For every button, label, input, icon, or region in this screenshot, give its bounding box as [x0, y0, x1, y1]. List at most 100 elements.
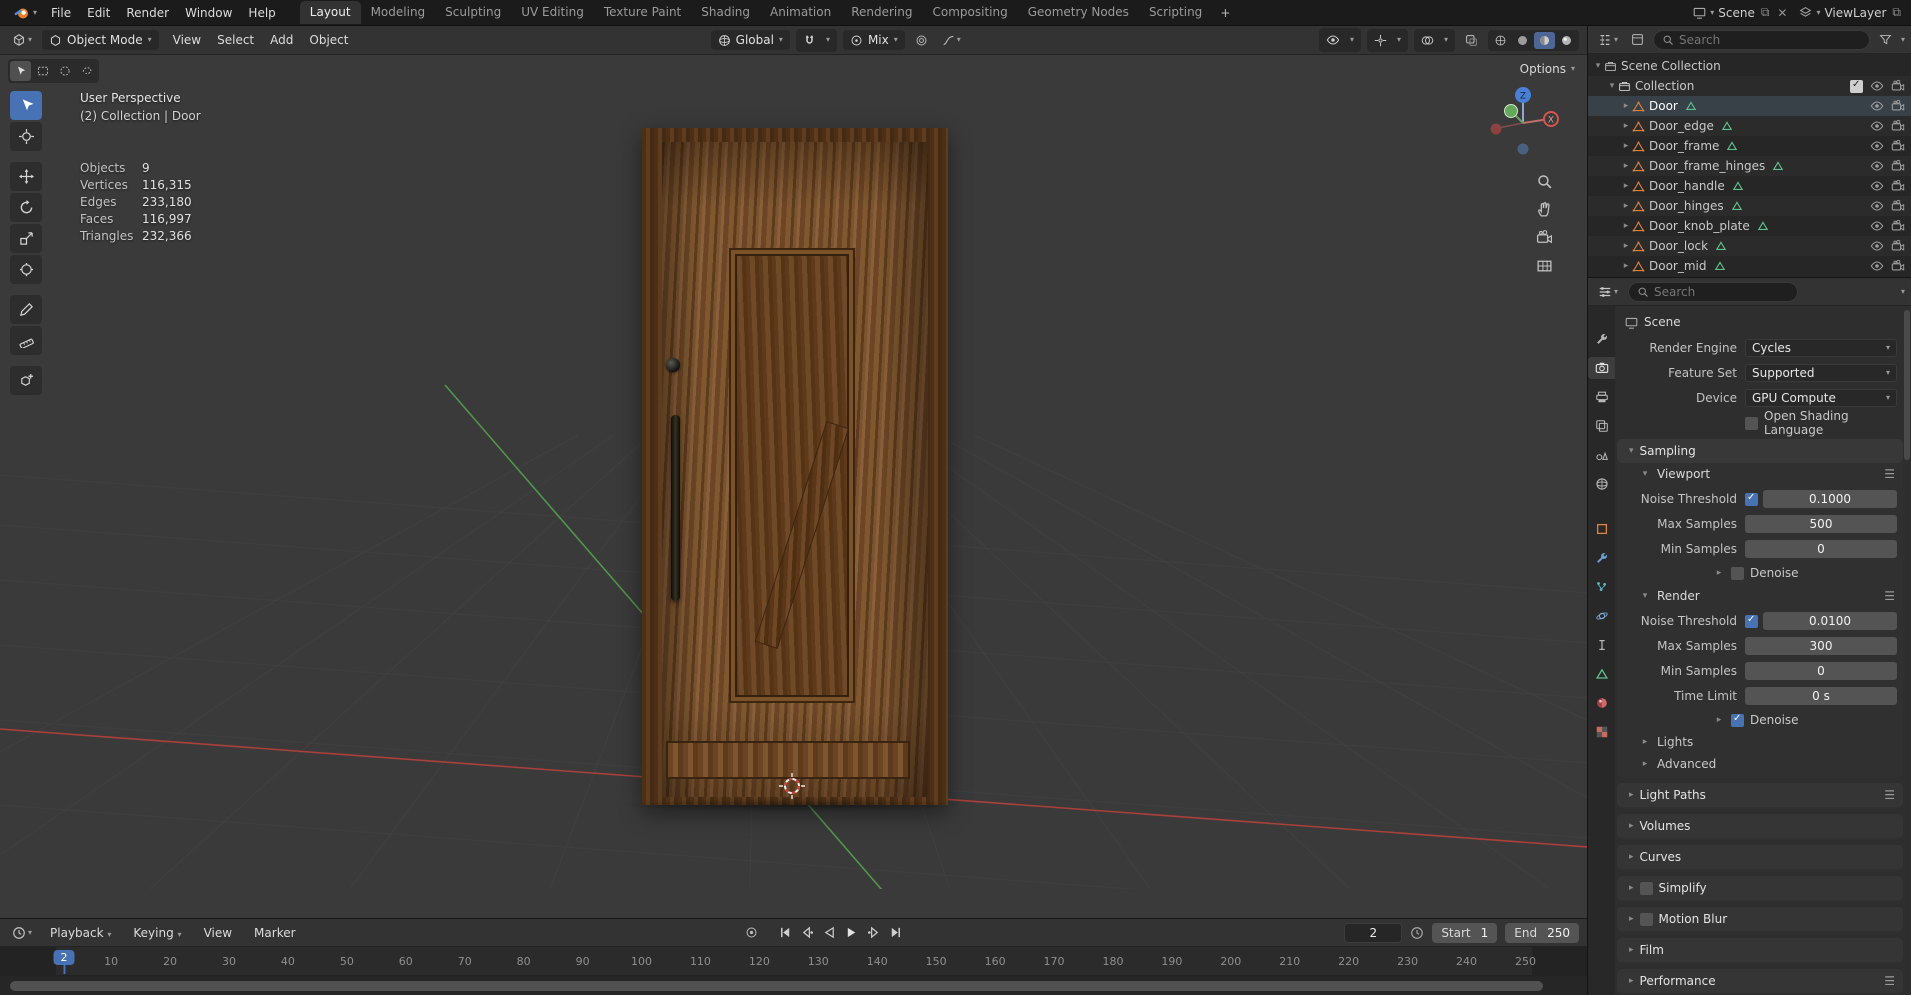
hide-viewport-eye-icon[interactable]: [1870, 79, 1884, 93]
object-visibility-toggle[interactable]: [1322, 30, 1344, 50]
workspace-tab-compositing[interactable]: Compositing: [922, 1, 1017, 24]
collection-exclude-checkbox[interactable]: [1850, 79, 1863, 93]
outliner-row-scene-collection[interactable]: ▾ Scene Collection: [1588, 56, 1911, 76]
transform-orientation-selector[interactable]: Global ▾: [710, 30, 790, 50]
disable-render-camera-icon[interactable]: [1891, 79, 1905, 93]
motion-blur-header[interactable]: ▸ Motion Blur: [1617, 907, 1903, 931]
menu-help[interactable]: Help: [240, 3, 283, 23]
door-3d-model[interactable]: [616, 128, 974, 812]
preset-menu-icon[interactable]: ☰: [1884, 788, 1895, 802]
disable-render-camera-icon[interactable]: [1891, 119, 1905, 133]
expand-arrow-icon[interactable]: ▸: [1620, 141, 1632, 151]
outliner-editor-type-selector[interactable]: ▾: [1594, 30, 1622, 50]
render-max-samples-field[interactable]: 300: [1745, 637, 1897, 655]
unlink-scene-button[interactable]: ✕: [1775, 6, 1789, 20]
tool-annotate[interactable]: [10, 295, 42, 324]
show-gizmo-toggle[interactable]: [1370, 31, 1391, 50]
menu-viewport-select[interactable]: Select: [209, 30, 262, 50]
tool-rotate[interactable]: [10, 193, 42, 222]
timeline-scrollbar-thumb[interactable]: [10, 981, 1543, 991]
outliner-search-input[interactable]: [1679, 32, 1861, 47]
device-select[interactable]: GPU Compute ▾: [1745, 389, 1897, 407]
workspace-tab-rendering[interactable]: Rendering: [841, 1, 922, 24]
end-frame-field[interactable]: End 250: [1505, 922, 1579, 943]
menu-marker[interactable]: Marker: [246, 923, 303, 943]
tab-object-properties[interactable]: [1588, 518, 1615, 540]
performance-header[interactable]: ▸ Performance ☰: [1617, 969, 1903, 993]
outliner-row-object[interactable]: ▸ Door_lock: [1588, 236, 1911, 256]
tab-constraint-properties[interactable]: [1588, 634, 1615, 656]
tab-texture-properties[interactable]: [1588, 721, 1615, 743]
outliner-row-object[interactable]: ▸ Door_mid: [1588, 256, 1911, 276]
disable-render-camera-icon[interactable]: [1891, 259, 1905, 273]
disable-render-camera-icon[interactable]: [1891, 239, 1905, 253]
outliner-row-object[interactable]: ▸ Door_hinges: [1588, 196, 1911, 216]
hide-viewport-eye-icon[interactable]: [1870, 159, 1884, 173]
zoom-control[interactable]: [1536, 173, 1553, 190]
menu-viewport-object[interactable]: Object: [301, 30, 356, 50]
render-denoise-checkbox[interactable]: [1731, 713, 1744, 727]
tab-output-properties[interactable]: [1588, 386, 1615, 408]
volumes-header[interactable]: ▸ Volumes: [1617, 814, 1903, 838]
expand-arrow-icon[interactable]: ▾: [1592, 61, 1604, 71]
render-noise-threshold-field[interactable]: 0.0100: [1763, 612, 1897, 630]
select-mode-lasso[interactable]: [76, 61, 97, 81]
play-reverse-button[interactable]: [821, 924, 839, 942]
expand-arrow-icon[interactable]: ▸: [1620, 181, 1632, 191]
snap-options-dropdown[interactable]: ▾: [822, 33, 834, 47]
workspace-tab-uv-editing[interactable]: UV Editing: [511, 1, 594, 24]
viewport-denoise-panel[interactable]: ▸ Denoise: [1617, 563, 1903, 583]
menu-edit[interactable]: Edit: [79, 3, 118, 23]
falloff-selector[interactable]: Mix ▾: [842, 30, 905, 50]
expand-arrow-icon[interactable]: ▸: [1620, 161, 1632, 171]
simplify-header[interactable]: ▸ Simplify: [1617, 876, 1903, 900]
snap-toggle[interactable]: [799, 31, 820, 50]
outliner-row-object[interactable]: ▸ Door_frame_hinges: [1588, 156, 1911, 176]
menu-timeline-view[interactable]: View: [196, 923, 240, 943]
editor-type-selector[interactable]: ▾: [8, 30, 36, 50]
expand-arrow-icon[interactable]: ▸: [1620, 201, 1632, 211]
sampling-viewport-header[interactable]: ▾ Viewport ☰: [1617, 463, 1903, 485]
workspace-tab-modeling[interactable]: Modeling: [361, 1, 436, 24]
expand-arrow-icon[interactable]: ▸: [1620, 121, 1632, 131]
viewport-max-samples-field[interactable]: 500: [1745, 515, 1897, 533]
tool-cursor[interactable]: [10, 122, 42, 151]
viewport-denoise-checkbox[interactable]: [1731, 566, 1744, 580]
outliner-row-object[interactable]: ▸ Door_edge: [1588, 116, 1911, 136]
disable-render-camera-icon[interactable]: [1891, 139, 1905, 153]
workspace-tab-sculpting[interactable]: Sculpting: [435, 1, 511, 24]
expand-arrow-icon[interactable]: ▸: [1620, 261, 1632, 271]
falloff-curve-dropdown[interactable]: ▾: [938, 31, 965, 50]
render-min-samples-field[interactable]: 0: [1745, 662, 1897, 680]
menu-viewport-view[interactable]: View: [165, 30, 209, 50]
sampling-panel-header[interactable]: ▾ Sampling: [1617, 439, 1903, 463]
light-paths-header[interactable]: ▸ Light Paths ☰: [1617, 783, 1903, 807]
disable-render-camera-icon[interactable]: [1891, 199, 1905, 213]
timeline-playhead[interactable]: 2: [53, 950, 75, 974]
viewport-canvas[interactable]: Options ▾ User Perspective (2) Collectio…: [0, 55, 1587, 918]
motion-blur-checkbox[interactable]: [1639, 912, 1653, 926]
shading-wireframe-button[interactable]: [1490, 32, 1511, 49]
properties-search[interactable]: [1628, 281, 1799, 302]
jump-to-start-button[interactable]: [777, 924, 795, 942]
expand-arrow-icon[interactable]: ▸: [1620, 101, 1632, 111]
tab-particle-properties[interactable]: [1588, 576, 1615, 598]
timeline-scrollbar[interactable]: [0, 976, 1587, 995]
tool-select-box[interactable]: [10, 91, 42, 120]
viewport-noise-threshold-field[interactable]: 0.1000: [1763, 490, 1897, 508]
shading-material-preview-button[interactable]: [1534, 31, 1555, 49]
gizmo-neg-z-axis[interactable]: [1517, 143, 1529, 155]
properties-editor-type-selector[interactable]: ▾: [1594, 282, 1622, 302]
previous-keyframe-button[interactable]: [799, 924, 817, 942]
menu-window[interactable]: Window: [177, 3, 240, 23]
outliner-row-object[interactable]: ▸ Door: [1588, 96, 1911, 116]
perspective-ortho-toggle[interactable]: [1536, 257, 1553, 274]
tab-physics-properties[interactable]: [1588, 605, 1615, 627]
add-workspace-button[interactable]: +: [1212, 4, 1238, 22]
expand-arrow-icon[interactable]: ▸: [1620, 241, 1632, 251]
workspace-tab-scripting[interactable]: Scripting: [1139, 1, 1212, 24]
tab-material-properties[interactable]: [1588, 692, 1615, 714]
preset-menu-icon[interactable]: ☰: [1884, 974, 1895, 988]
play-button[interactable]: [843, 924, 861, 942]
tab-modifier-properties[interactable]: [1588, 547, 1615, 569]
